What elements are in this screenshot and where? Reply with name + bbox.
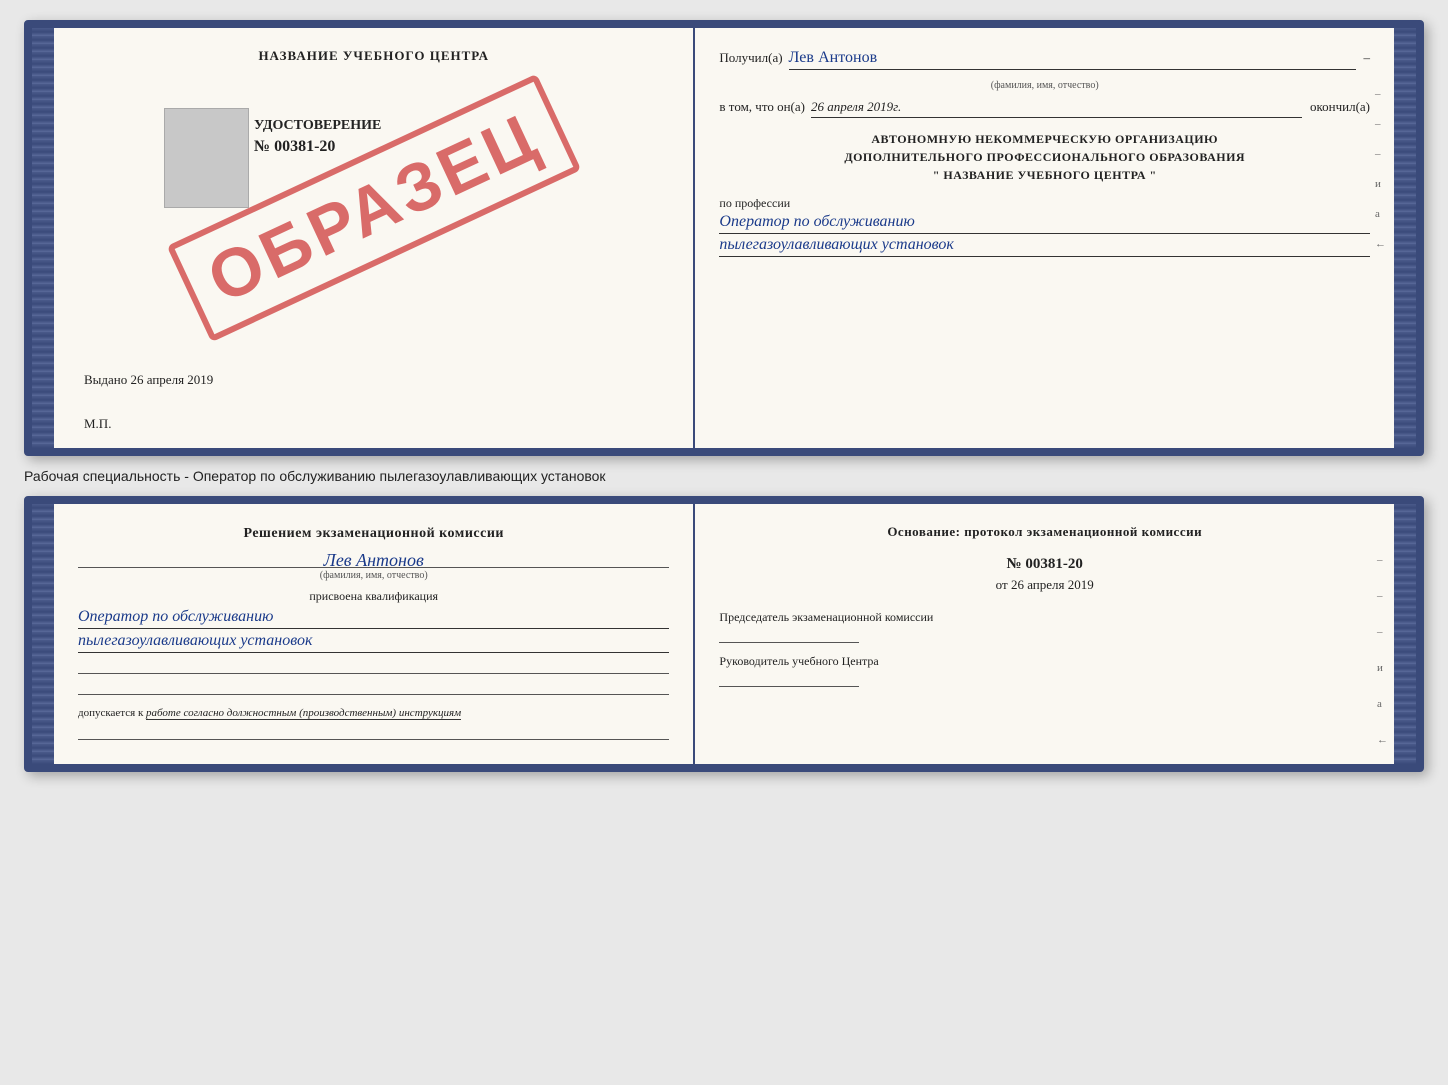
profession-line1: Оператор по обслуживанию (719, 213, 1370, 234)
ot-date: от 26 апреля 2019 (719, 577, 1370, 593)
mark-5: а (1375, 208, 1386, 220)
prisvoena-label: присвоена квалификация (78, 589, 669, 604)
org-line3: " НАЗВАНИЕ УЧЕБНОГО ЦЕНТРА " (719, 166, 1370, 184)
right-side-marks: – – – и а ← (1375, 88, 1386, 250)
dash: – (1364, 50, 1371, 66)
komissia-title: Решением экзаменационной комиссии (78, 524, 669, 544)
bottom-spine-left (32, 504, 54, 764)
spine-right (1394, 28, 1416, 448)
field-line-1 (78, 673, 669, 674)
vydano-label: Выдано (84, 372, 127, 387)
rukovoditel-block: Руководитель учебного Центра (719, 653, 1370, 687)
mp-block: М.П. (84, 416, 111, 432)
bottom-fio-sub: (фамилия, имя, отчество) (78, 570, 669, 581)
predsedatel-block: Председатель экзаменационной комиссии (719, 609, 1370, 643)
fio-underline: Лев Антонов (78, 550, 669, 568)
rukovoditel-label: Руководитель учебного Центра (719, 653, 1370, 670)
bmark-1: – (1377, 554, 1388, 566)
dopuskaetsya-prefix: допускается к (78, 707, 143, 719)
ot-label: от (996, 577, 1008, 592)
org-line1: АВТОНОМНУЮ НЕКОММЕРЧЕСКУЮ ОРГАНИЗАЦИЮ (719, 130, 1370, 148)
spine-left (32, 28, 54, 448)
profession-line2: пылегазоулавливающих установок (719, 236, 1370, 257)
vtom-line: в том, что он(а) 26 апреля 2019г. окончи… (719, 99, 1370, 118)
bmark-3: – (1377, 626, 1388, 638)
fio-field: Лев Антонов (789, 48, 1356, 70)
vydano-date: 26 апреля 2019 (131, 372, 214, 387)
bmark-6: ← (1377, 734, 1388, 746)
org-line2: ДОПОЛНИТЕЛЬНОГО ПРОФЕССИОНАЛЬНОГО ОБРАЗО… (719, 148, 1370, 166)
bmark-2: – (1377, 590, 1388, 602)
vydano-block: Выдано 26 апреля 2019 (84, 372, 213, 388)
date-value: 26 апреля 2019г. (811, 99, 901, 114)
rukovoditel-line (719, 686, 859, 687)
fio-value: Лев Антонов (789, 48, 878, 67)
mark-4: и (1375, 178, 1386, 190)
vtom-label: в том, что он(а) (719, 99, 805, 115)
document-container: НАЗВАНИЕ УЧЕБНОГО ЦЕНТРА УДОСТОВЕРЕНИЕ №… (24, 20, 1424, 772)
stamp-overlay: ОБРАЗЕЦ (84, 68, 663, 348)
bottom-right-marks: – – – и а ← – – (1377, 554, 1388, 772)
top-left-title: НАЗВАНИЕ УЧЕБНОГО ЦЕНТРА (78, 48, 669, 64)
bmark-4: и (1377, 662, 1388, 674)
top-certificate-book: НАЗВАНИЕ УЧЕБНОГО ЦЕНТРА УДОСТОВЕРЕНИЕ №… (24, 20, 1424, 456)
mark-6: ← (1375, 238, 1386, 250)
osnov-title: Основание: протокол экзаменационной коми… (719, 524, 1370, 540)
bottom-fio-value: Лев Антонов (78, 550, 669, 571)
org-block: АВТОНОМНУЮ НЕКОММЕРЧЕСКУЮ ОРГАНИЗАЦИЮ ДО… (719, 130, 1370, 184)
bottom-left-page: Решением экзаменационной комиссии Лев Ан… (54, 504, 695, 764)
date-field: 26 апреля 2019г. (811, 99, 1302, 118)
po-professii-label: по профессии (719, 196, 1370, 211)
bottom-spine-right (1394, 504, 1416, 764)
top-right-page: Получил(а) Лев Антонов – (фамилия, имя, … (695, 28, 1394, 448)
ot-date-value: 26 апреля 2019 (1011, 577, 1094, 592)
mark-3: – (1375, 148, 1386, 160)
fio-sub: (фамилия, имя, отчество) (719, 80, 1370, 91)
dopuskaetsya-block: допускается к работе согласно должностны… (78, 707, 669, 719)
bottom-right-page: Основание: протокол экзаменационной коми… (695, 504, 1394, 764)
field-line-3 (78, 739, 669, 740)
bmark-7: – (1377, 770, 1388, 772)
qualification-line1: Оператор по обслуживанию (78, 608, 669, 629)
qualification-line2: пылегазоулавливающих установок (78, 632, 669, 653)
field-line-2 (78, 694, 669, 695)
poluchil-line: Получил(а) Лев Антонов – (719, 48, 1370, 70)
predsedatel-line (719, 642, 859, 643)
mark-1: – (1375, 88, 1386, 100)
bottom-certificate-book: Решением экзаменационной комиссии Лев Ан… (24, 496, 1424, 772)
obrazets-stamp: ОБРАЗЕЦ (166, 74, 580, 342)
specialty-text: Рабочая специальность - Оператор по обсл… (24, 464, 606, 488)
okonchil-label: окончил(а) (1310, 99, 1370, 115)
protokol-number: № 00381-20 (719, 556, 1370, 573)
poluchil-label: Получил(а) (719, 50, 782, 66)
bmark-5: а (1377, 698, 1388, 710)
predsedatel-label: Председатель экзаменационной комиссии (719, 609, 1370, 626)
top-left-page: НАЗВАНИЕ УЧЕБНОГО ЦЕНТРА УДОСТОВЕРЕНИЕ №… (54, 28, 695, 448)
dopuskaetsya-italic: работе согласно должностным (производств… (146, 707, 461, 720)
mark-2: – (1375, 118, 1386, 130)
